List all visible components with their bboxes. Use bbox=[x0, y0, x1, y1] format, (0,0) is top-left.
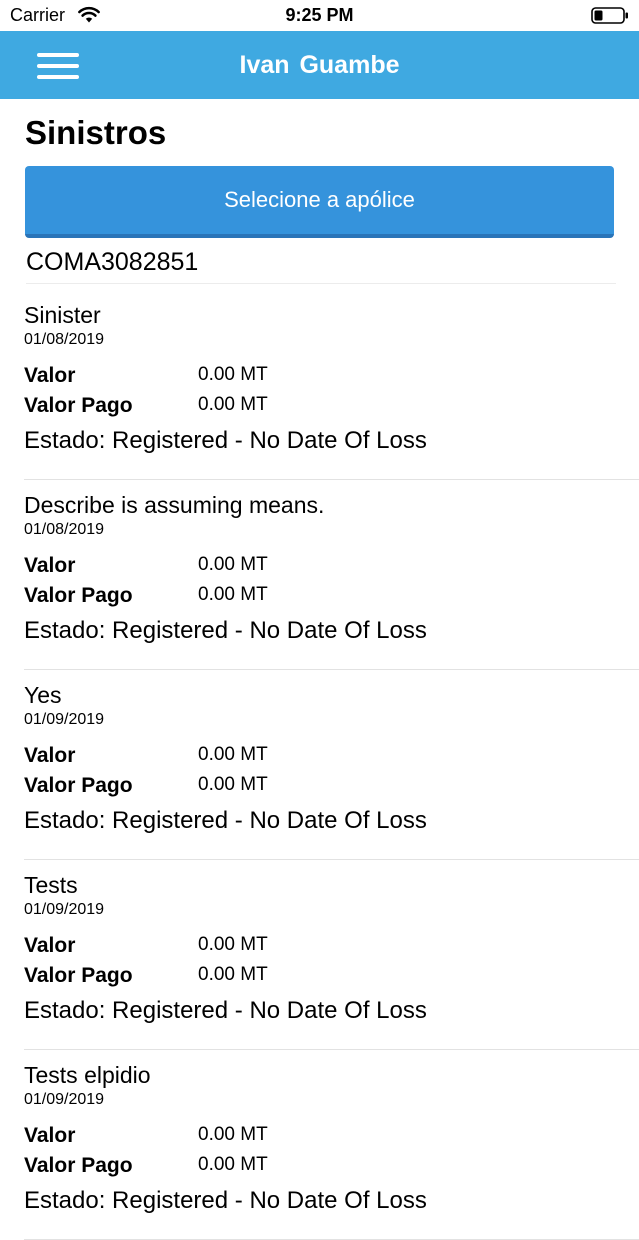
valor-label: Valor bbox=[24, 364, 76, 387]
valor-label: Valor bbox=[24, 1124, 76, 1147]
valor-value: 0.00 MT bbox=[198, 364, 268, 385]
claim-title: Tests bbox=[24, 872, 78, 898]
claim-item[interactable]: Tests 01/09/2019 Valor 0.00 MT Valor Pag… bbox=[0, 860, 639, 1050]
valor-pago-label: Valor Pago bbox=[24, 774, 133, 797]
claim-date: 01/09/2019 bbox=[24, 711, 105, 728]
claim-item[interactable]: Sinister 01/08/2019 Valor 0.00 MT Valor … bbox=[0, 290, 639, 480]
valor-pago-value: 0.00 MT bbox=[198, 774, 268, 795]
valor-pago-label: Valor Pago bbox=[24, 964, 133, 987]
claim-date: 01/08/2019 bbox=[24, 521, 105, 538]
valor-pago-value: 0.00 MT bbox=[198, 584, 268, 605]
claim-date: 01/08/2019 bbox=[24, 331, 105, 348]
valor-pago-label: Valor Pago bbox=[24, 1154, 133, 1177]
nav-title: Ivan Guambe bbox=[239, 51, 400, 79]
claim-date: 01/09/2019 bbox=[24, 901, 105, 918]
valor-pago-value: 0.00 MT bbox=[198, 964, 268, 985]
valor-label: Valor bbox=[24, 744, 76, 767]
claim-status: Estado: Registered - No Date Of Loss bbox=[24, 807, 427, 834]
page-title: Sinistros bbox=[25, 114, 167, 151]
claim-title: Sinister bbox=[24, 302, 101, 328]
claim-item[interactable]: Yes 01/09/2019 Valor 0.00 MT Valor Pago … bbox=[0, 670, 639, 860]
battery-icon bbox=[591, 7, 629, 24]
claim-date: 01/09/2019 bbox=[24, 1091, 105, 1108]
claim-status: Estado: Registered - No Date Of Loss bbox=[24, 997, 427, 1024]
claims-list: Sinister 01/08/2019 Valor 0.00 MT Valor … bbox=[0, 290, 639, 1240]
claim-item[interactable]: Tests elpidio 01/09/2019 Valor 0.00 MT V… bbox=[0, 1050, 639, 1240]
claim-title: Describe is assuming means. bbox=[24, 492, 325, 518]
valor-value: 0.00 MT bbox=[198, 744, 268, 765]
status-time: 9:25 PM bbox=[285, 5, 354, 25]
valor-pago-value: 0.00 MT bbox=[198, 394, 268, 415]
valor-label: Valor bbox=[24, 934, 76, 957]
policy-number: COMA3082851 bbox=[26, 248, 616, 284]
valor-pago-label: Valor Pago bbox=[24, 394, 133, 417]
claim-status: Estado: Registered - No Date Of Loss bbox=[24, 617, 427, 644]
status-bar: Carrier 9:25 PM bbox=[0, 0, 639, 31]
valor-label: Valor bbox=[24, 554, 76, 577]
select-policy-button[interactable]: Selecione a apólice bbox=[25, 166, 614, 238]
valor-value: 0.00 MT bbox=[198, 1124, 268, 1145]
claim-title: Yes bbox=[24, 682, 62, 708]
claim-status: Estado: Registered - No Date Of Loss bbox=[24, 1187, 427, 1214]
navigation-bar: Ivan Guambe bbox=[0, 31, 639, 99]
valor-value: 0.00 MT bbox=[198, 934, 268, 955]
valor-pago-value: 0.00 MT bbox=[198, 1154, 268, 1175]
valor-value: 0.00 MT bbox=[198, 554, 268, 575]
claim-item[interactable]: Describe is assuming means. 01/08/2019 V… bbox=[0, 480, 639, 670]
valor-pago-label: Valor Pago bbox=[24, 584, 133, 607]
claim-status: Estado: Registered - No Date Of Loss bbox=[24, 427, 427, 454]
claim-title: Tests elpidio bbox=[24, 1062, 151, 1088]
